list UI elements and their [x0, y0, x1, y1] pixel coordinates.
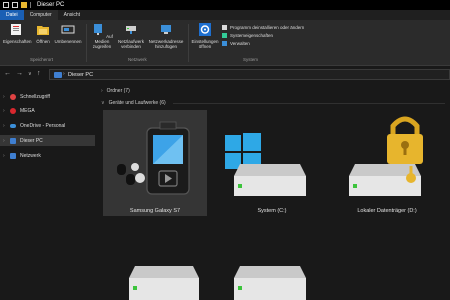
manage-button[interactable]: Verwalten	[222, 41, 250, 46]
media-button[interactable]: Auf Medien zugreifen	[88, 23, 116, 49]
rename-button[interactable]: Umbenennen	[54, 23, 82, 44]
breadcrumb[interactable]: Dieser PC	[68, 72, 93, 78]
locked-drive-icon	[349, 116, 423, 196]
pc-icon	[10, 137, 16, 144]
uninstall-program-button[interactable]: Programm deinstallieren oder ändern	[222, 25, 304, 30]
section-devices[interactable]: ∨ Geräte und Laufwerke (6)	[101, 100, 166, 106]
system-properties-button[interactable]: Systemeigenschaften	[222, 33, 273, 38]
windows-drive-icon	[225, 133, 306, 196]
cloud-icon	[10, 123, 16, 128]
chevron-right-icon[interactable]: ›	[3, 123, 5, 129]
navigation-pane: › Schnellzugriff › MEGA › OneDrive - Per…	[0, 82, 95, 300]
chevron-right-icon[interactable]: ›	[101, 88, 103, 94]
group-label-network: Netzwerk	[128, 57, 147, 62]
properties-quick-icon[interactable]	[12, 2, 18, 8]
drive-icon	[234, 266, 306, 300]
properties-icon	[11, 24, 21, 35]
file-view: › Ordner (7) ∨ Geräte und Laufwerke (6) …	[95, 82, 450, 300]
open-settings-button[interactable]: Einstellungen öffnen	[191, 23, 219, 49]
up-arrow-icon[interactable]: ↑	[37, 70, 41, 77]
window-title: Dieser PC	[37, 2, 65, 8]
sidebar-item-onedrive[interactable]: › OneDrive - Personal	[0, 120, 95, 131]
ribbon-tabs: Datei Computer Ansicht	[0, 10, 450, 20]
mega-icon	[10, 107, 16, 114]
chevron-right-icon[interactable]: ›	[3, 153, 5, 159]
sidebar-item-mega[interactable]: › MEGA	[0, 105, 95, 116]
ribbon-separator	[188, 24, 189, 62]
open-button[interactable]: Öffnen	[33, 23, 53, 44]
open-folder-icon	[37, 26, 49, 35]
pc-icon	[54, 72, 62, 78]
drive-icon	[129, 266, 199, 300]
tab-datei[interactable]: Datei	[0, 10, 24, 20]
new-folder-quick-icon[interactable]	[21, 2, 27, 8]
manage-icon	[222, 41, 227, 46]
check-icon	[222, 33, 227, 38]
network-icon	[10, 152, 16, 159]
ribbon-separator	[86, 24, 87, 62]
forward-arrow-icon[interactable]: →	[16, 70, 23, 77]
map-network-drive-button[interactable]: Netzlaufwerk verbinden	[116, 23, 146, 49]
chevron-right-icon[interactable]: ›	[3, 108, 5, 114]
device-tile-local-d[interactable]: Lokaler Datenträger (D:)	[335, 110, 439, 216]
section-divider	[173, 103, 445, 104]
chevron-right-icon[interactable]: ›	[63, 71, 65, 77]
sidebar-item-network[interactable]: › Netzwerk	[0, 150, 95, 161]
phone-icon	[117, 121, 190, 195]
add-network-location-button[interactable]: Netzwerkadresse hinzufügen	[147, 23, 185, 49]
chevron-down-icon[interactable]: ∨	[101, 100, 105, 106]
group-label-system: System	[243, 57, 259, 62]
title-bar: Dieser PC	[0, 0, 450, 10]
device-label: System (C:)	[257, 208, 287, 214]
media-icon	[94, 24, 103, 35]
device-label: Lokaler Datenträger (D:)	[357, 208, 417, 214]
device-tile-samsung[interactable]: Samsung Galaxy S7	[103, 110, 207, 216]
ribbon: Eigenschaften Öffnen Umbenennen Speicher…	[0, 20, 450, 66]
chevron-right-icon[interactable]: ›	[3, 138, 5, 144]
recent-locations-chevron-icon[interactable]: ∨	[28, 71, 32, 77]
device-tile-system-c[interactable]: System (C:)	[220, 110, 324, 216]
device-tile-drive-4[interactable]	[117, 252, 221, 300]
back-arrow-icon[interactable]: ←	[4, 70, 11, 77]
tab-computer[interactable]: Computer	[23, 10, 58, 20]
separator	[30, 2, 31, 8]
address-bar[interactable]: › Dieser PC	[49, 69, 450, 80]
section-folders[interactable]: › Ordner (7)	[101, 88, 130, 94]
uninstall-icon	[222, 25, 227, 30]
gear-icon	[199, 23, 211, 36]
network-location-icon	[161, 25, 171, 34]
chevron-right-icon[interactable]: ›	[3, 94, 5, 100]
sidebar-item-this-pc[interactable]: › Dieser PC	[0, 135, 95, 146]
network-drive-icon	[126, 26, 136, 34]
group-label-location: Speicherort	[30, 57, 54, 62]
tab-ansicht[interactable]: Ansicht	[58, 10, 86, 20]
device-label: Samsung Galaxy S7	[129, 208, 181, 214]
sidebar-item-quick-access[interactable]: › Schnellzugriff	[0, 91, 95, 102]
window-icon	[3, 2, 9, 8]
star-icon	[10, 93, 16, 100]
device-tile-drive-5[interactable]	[220, 252, 324, 300]
properties-button[interactable]: Eigenschaften	[3, 23, 32, 44]
navigation-bar: ← → ∨ ↑ › Dieser PC	[0, 67, 450, 81]
rename-icon	[61, 25, 75, 34]
